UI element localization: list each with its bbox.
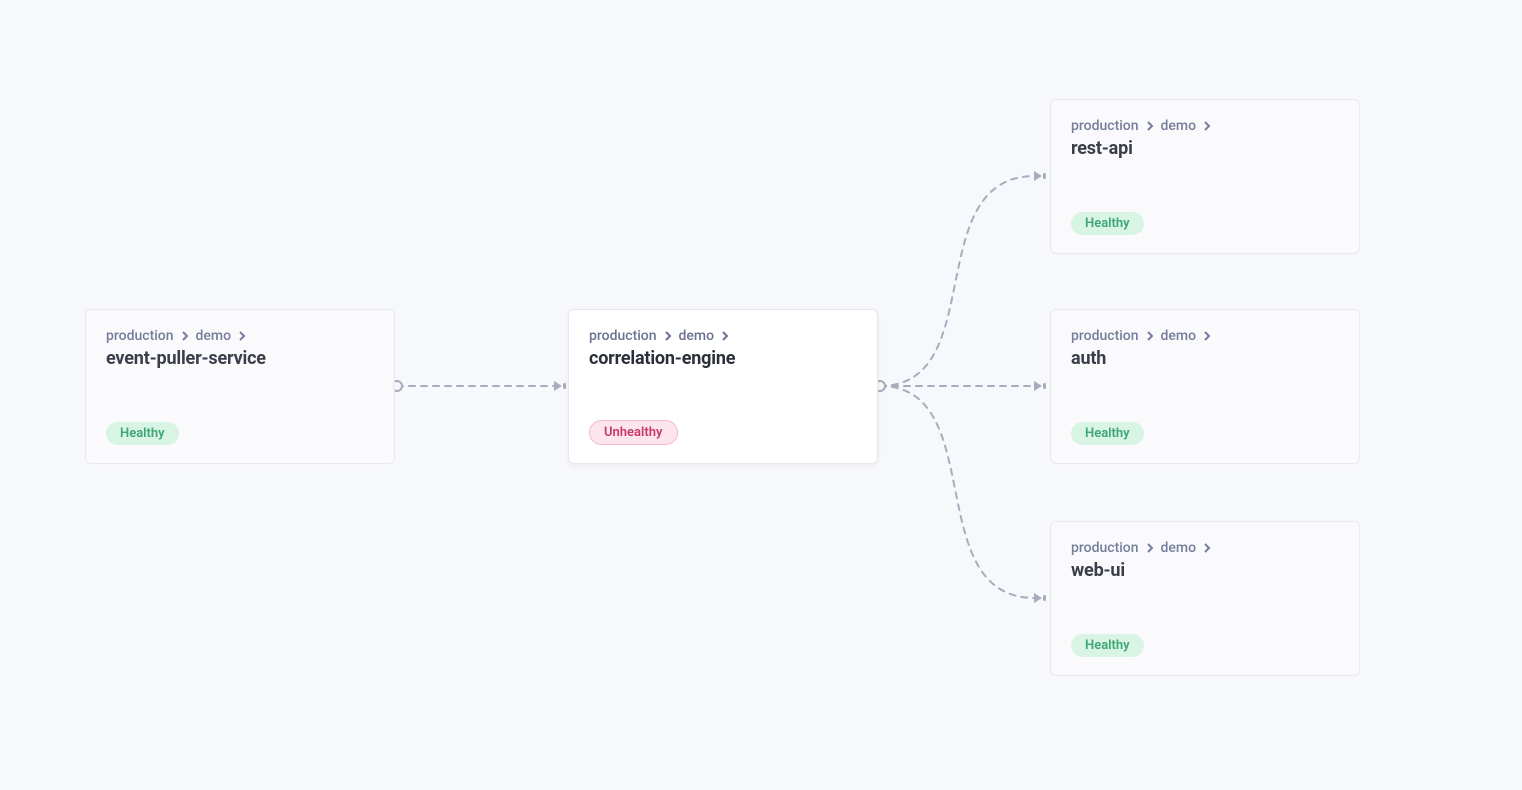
- chevron-right-icon: [1202, 331, 1212, 341]
- node-event-puller-service[interactable]: production demo event-puller-service Hea…: [85, 309, 395, 464]
- breadcrumb-segment: demo: [196, 328, 232, 344]
- node-title: rest-api: [1071, 138, 1339, 159]
- status-badge: Healthy: [1071, 422, 1144, 445]
- breadcrumb: production demo: [1071, 118, 1339, 134]
- chevron-right-icon: [180, 331, 190, 341]
- port-in-web-ui: [1032, 590, 1048, 606]
- breadcrumb-segment: demo: [1161, 540, 1197, 556]
- chevron-right-icon: [1145, 331, 1155, 341]
- edge-correlation-to-web-ui: [880, 386, 1035, 598]
- chevron-right-icon: [720, 331, 730, 341]
- breadcrumb-segment: demo: [1161, 118, 1197, 134]
- breadcrumb-segment: production: [1071, 540, 1139, 556]
- status-badge: Healthy: [1071, 212, 1144, 235]
- breadcrumb-segment: production: [1071, 328, 1139, 344]
- port-in-correlation: [552, 378, 568, 394]
- edge-correlation-to-rest-api: [880, 176, 1035, 386]
- status-badge: Healthy: [1071, 634, 1144, 657]
- breadcrumb: production demo: [106, 328, 374, 344]
- node-correlation-engine[interactable]: production demo correlation-engine Unhea…: [568, 309, 878, 464]
- status-badge: Healthy: [106, 422, 179, 445]
- breadcrumb-segment: demo: [679, 328, 715, 344]
- status-badge: Unhealthy: [589, 420, 678, 445]
- node-title: correlation-engine: [589, 348, 857, 369]
- breadcrumb-segment: production: [1071, 118, 1139, 134]
- node-web-ui[interactable]: production demo web-ui Healthy: [1050, 521, 1360, 676]
- port-in-auth: [1032, 378, 1048, 394]
- port-in-rest-api: [1032, 168, 1048, 184]
- chevron-right-icon: [1145, 121, 1155, 131]
- chevron-right-icon: [663, 331, 673, 341]
- chevron-right-icon: [1202, 121, 1212, 131]
- breadcrumb-segment: production: [589, 328, 657, 344]
- breadcrumb: production demo: [1071, 540, 1339, 556]
- breadcrumb-segment: demo: [1161, 328, 1197, 344]
- chevron-right-icon: [237, 331, 247, 341]
- topology-canvas[interactable]: production demo event-puller-service Hea…: [0, 0, 1522, 790]
- breadcrumb: production demo: [1071, 328, 1339, 344]
- node-title: event-puller-service: [106, 348, 374, 369]
- node-title: auth: [1071, 348, 1339, 369]
- node-title: web-ui: [1071, 560, 1339, 581]
- chevron-right-icon: [1145, 543, 1155, 553]
- node-auth[interactable]: production demo auth Healthy: [1050, 309, 1360, 464]
- breadcrumb-segment: production: [106, 328, 174, 344]
- breadcrumb: production demo: [589, 328, 857, 344]
- node-rest-api[interactable]: production demo rest-api Healthy: [1050, 99, 1360, 254]
- chevron-right-icon: [1202, 543, 1212, 553]
